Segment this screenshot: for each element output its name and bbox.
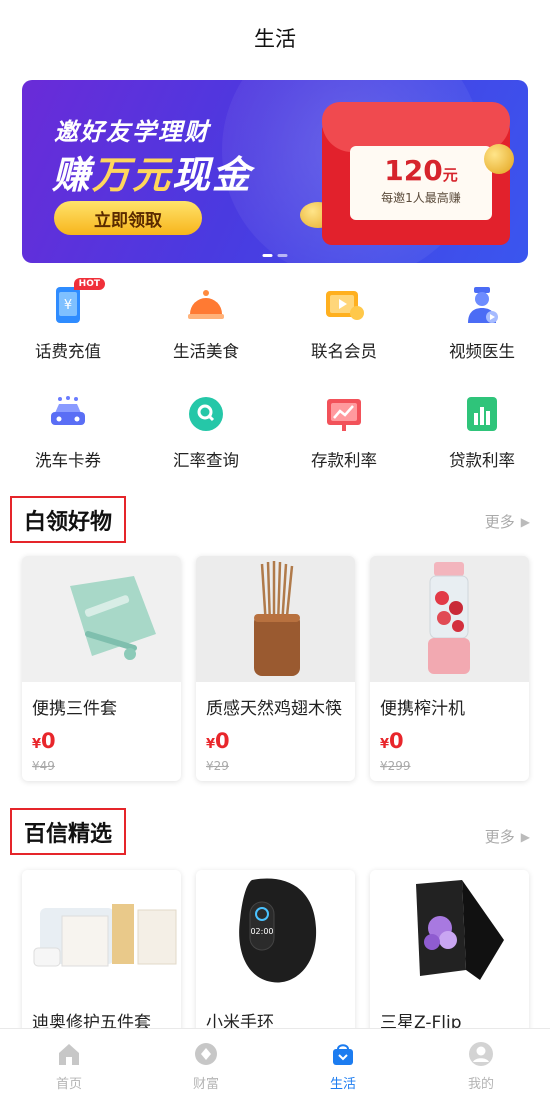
product-card[interactable]: 便携榨汁机 ¥0 ¥299 — [370, 556, 529, 781]
doctor-icon — [461, 284, 503, 326]
home-icon — [56, 1041, 82, 1067]
service-food[interactable]: 生活美食 — [146, 284, 266, 362]
tab-label: 我的 — [467, 1077, 494, 1092]
banner-slogan-prefix: 赚 — [52, 153, 93, 197]
service-loan-rate[interactable]: 贷款利率 — [422, 393, 542, 471]
bottom-tab-bar: 首页 财富 生活 我的 — [0, 1028, 550, 1117]
red-envelope-illustration: 120元 每邀1人最高赚 — [322, 102, 510, 245]
service-label: 话费充值 — [35, 342, 101, 361]
product-image-cutting-board — [22, 556, 181, 682]
product-image-foldable-phone — [370, 870, 529, 996]
loan-rate-icon — [461, 393, 503, 435]
product-name: 质感天然鸡翅木筷 — [206, 699, 342, 719]
banner-slogan: 赚万元现金 — [52, 144, 252, 199]
product-image-skincare-set — [22, 870, 181, 996]
tab-profile[interactable]: 我的 — [441, 1041, 521, 1092]
service-car-wash[interactable]: 洗车卡券 — [8, 393, 128, 471]
service-label: 生活美食 — [173, 342, 239, 361]
product-card[interactable]: 质感天然鸡翅木筷 ¥0 ¥29 — [196, 556, 355, 781]
banner-slogan-highlight: 万元 — [92, 153, 173, 197]
price-value: 0 — [215, 729, 230, 753]
product-image-smart-band: 02:00 — [196, 870, 355, 996]
video-membership-icon — [323, 284, 365, 326]
service-deposit-rate[interactable]: 存款利率 — [284, 393, 404, 471]
product-name: 便携三件套 — [32, 699, 117, 719]
gold-coin-icon — [484, 144, 514, 174]
carousel-dot — [262, 254, 273, 257]
product-card[interactable]: 便携三件套 ¥0 ¥49 — [22, 556, 181, 781]
price-value: 0 — [41, 729, 56, 753]
carousel-indicator — [262, 254, 288, 257]
service-label: 存款利率 — [311, 451, 377, 470]
reward-note: 每邀1人最高赚 — [381, 191, 461, 205]
price-value: 0 — [389, 729, 404, 753]
more-label: 更多 — [484, 513, 515, 531]
chevron-right-icon: ▶ — [520, 829, 530, 844]
product-image-juicer — [370, 556, 529, 682]
deposit-rate-icon — [323, 393, 365, 435]
section-title-featured: 百信精选 — [10, 808, 127, 855]
service-exchange-rate[interactable]: 汇率查询 — [146, 393, 266, 471]
product-price: ¥0 — [380, 729, 529, 753]
wealth-icon — [193, 1041, 219, 1067]
product-price: ¥0 — [206, 729, 355, 753]
section1-more-link[interactable]: 更多 ▶ — [485, 511, 530, 532]
price-currency: ¥ — [380, 737, 390, 752]
tab-label: 财富 — [192, 1077, 219, 1092]
reward-amount-unit: 元 — [442, 166, 458, 184]
banner-slogan-suffix: 现金 — [172, 153, 253, 197]
hot-badge: HOT — [73, 278, 105, 290]
reward-amount-value: 120 — [384, 154, 443, 187]
section2-more-link[interactable]: 更多 ▶ — [485, 826, 530, 847]
reward-amount: 120元 — [350, 154, 492, 187]
tab-label: 首页 — [55, 1077, 82, 1092]
envelope-card: 120元 每邀1人最高赚 — [350, 146, 492, 220]
page-title: 生活 — [254, 27, 296, 51]
product-original-price: ¥299 — [380, 759, 411, 773]
exchange-rate-icon — [185, 393, 227, 435]
tab-label: 生活 — [329, 1077, 356, 1092]
service-label: 贷款利率 — [449, 451, 515, 470]
food-cloche-icon — [185, 284, 227, 326]
service-membership[interactable]: 联名会员 — [284, 284, 404, 362]
envelope-flap — [322, 102, 510, 152]
product-original-price: ¥29 — [206, 759, 229, 773]
service-label: 汇率查询 — [173, 451, 239, 470]
product-price: ¥0 — [32, 729, 181, 753]
service-label: 联名会员 — [311, 342, 377, 361]
section-title-white-collar: 白领好物 — [10, 496, 127, 543]
tab-life[interactable]: 生活 — [303, 1041, 383, 1092]
banner-headline: 邀好友学理财 — [54, 118, 210, 146]
claim-now-button[interactable]: 立即领取 — [54, 201, 202, 235]
tab-wealth[interactable]: 财富 — [166, 1041, 246, 1092]
life-bag-icon — [330, 1041, 356, 1067]
profile-icon — [468, 1041, 494, 1067]
carousel-dot — [277, 254, 288, 257]
service-video-doctor[interactable]: 视频医生 — [422, 284, 542, 362]
svg-text:02:00: 02:00 — [250, 927, 273, 936]
service-phone-topup[interactable]: ¥ HOT 话费充值 — [8, 278, 128, 362]
service-label: 视频医生 — [449, 342, 515, 361]
phone-topup-icon: ¥ HOT — [47, 278, 105, 326]
price-currency: ¥ — [32, 737, 42, 752]
car-wash-icon — [47, 393, 89, 435]
product-name: 便携榨汁机 — [380, 699, 465, 719]
svg-text:¥: ¥ — [64, 298, 72, 313]
chevron-right-icon: ▶ — [520, 514, 530, 529]
promo-banner[interactable]: 邀好友学理财 赚万元现金 立即领取 120元 每邀1人最高赚 — [22, 80, 528, 263]
price-currency: ¥ — [206, 737, 216, 752]
more-label: 更多 — [484, 828, 515, 846]
product-image-chopsticks — [196, 556, 355, 682]
product-original-price: ¥49 — [32, 759, 55, 773]
service-label: 洗车卡券 — [35, 451, 101, 470]
tab-home[interactable]: 首页 — [29, 1041, 109, 1092]
